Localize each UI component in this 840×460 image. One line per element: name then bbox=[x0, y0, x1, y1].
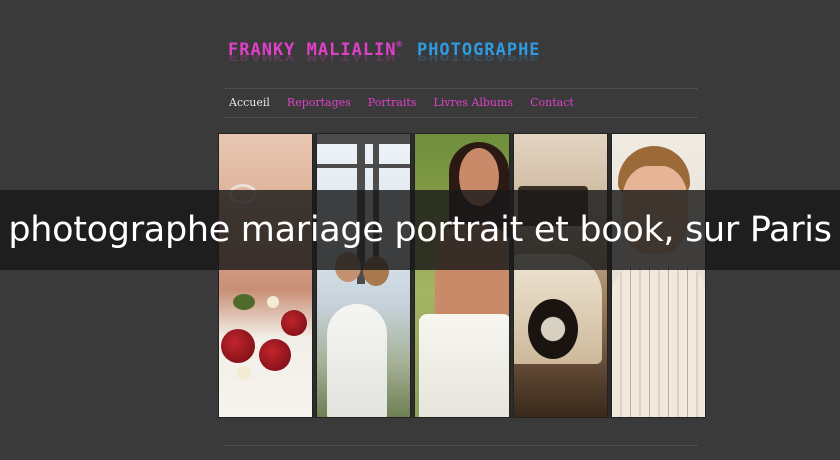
photo-gallery bbox=[218, 133, 707, 418]
bud bbox=[237, 366, 251, 380]
bride-gown bbox=[419, 314, 509, 417]
gallery-photo-vintage-car[interactable] bbox=[512, 133, 608, 418]
logo-reflection: FRANKY MALIALIN® PHOTOGRAPHE bbox=[228, 50, 541, 62]
gallery-photo-bride[interactable] bbox=[414, 133, 510, 418]
tower-beam bbox=[317, 134, 411, 144]
gallery-photo-bouquet[interactable] bbox=[218, 133, 314, 418]
bride-dress bbox=[327, 304, 388, 417]
gallery-photo-tower-kiss[interactable] bbox=[316, 133, 412, 418]
rose bbox=[281, 310, 307, 336]
nav-item-livres-albums[interactable]: Livres Albums bbox=[433, 96, 513, 109]
rose bbox=[259, 339, 291, 371]
title-banner: photographe mariage portrait et book, su… bbox=[0, 190, 840, 270]
tower-beam bbox=[317, 164, 411, 168]
nav-divider-top bbox=[225, 88, 697, 89]
nav-item-contact[interactable]: Contact bbox=[530, 96, 574, 109]
bud bbox=[267, 296, 279, 308]
footer-divider bbox=[225, 445, 697, 446]
car-wheel bbox=[527, 299, 578, 359]
gallery-photo-child[interactable] bbox=[610, 133, 707, 418]
logo-registered-mark: ® bbox=[396, 40, 403, 50]
nav-item-portraits[interactable]: Portraits bbox=[368, 96, 417, 109]
child-shirt bbox=[611, 264, 706, 417]
rose bbox=[221, 329, 255, 363]
banner-title: photographe mariage portrait et book, su… bbox=[8, 210, 832, 250]
nav-item-reportages[interactable]: Reportages bbox=[287, 96, 351, 109]
nav-divider-bottom bbox=[225, 117, 697, 118]
main-nav: Accueil Reportages Portraits Livres Albu… bbox=[229, 96, 591, 109]
leaf bbox=[233, 294, 255, 310]
nav-item-accueil[interactable]: Accueil bbox=[229, 96, 270, 109]
